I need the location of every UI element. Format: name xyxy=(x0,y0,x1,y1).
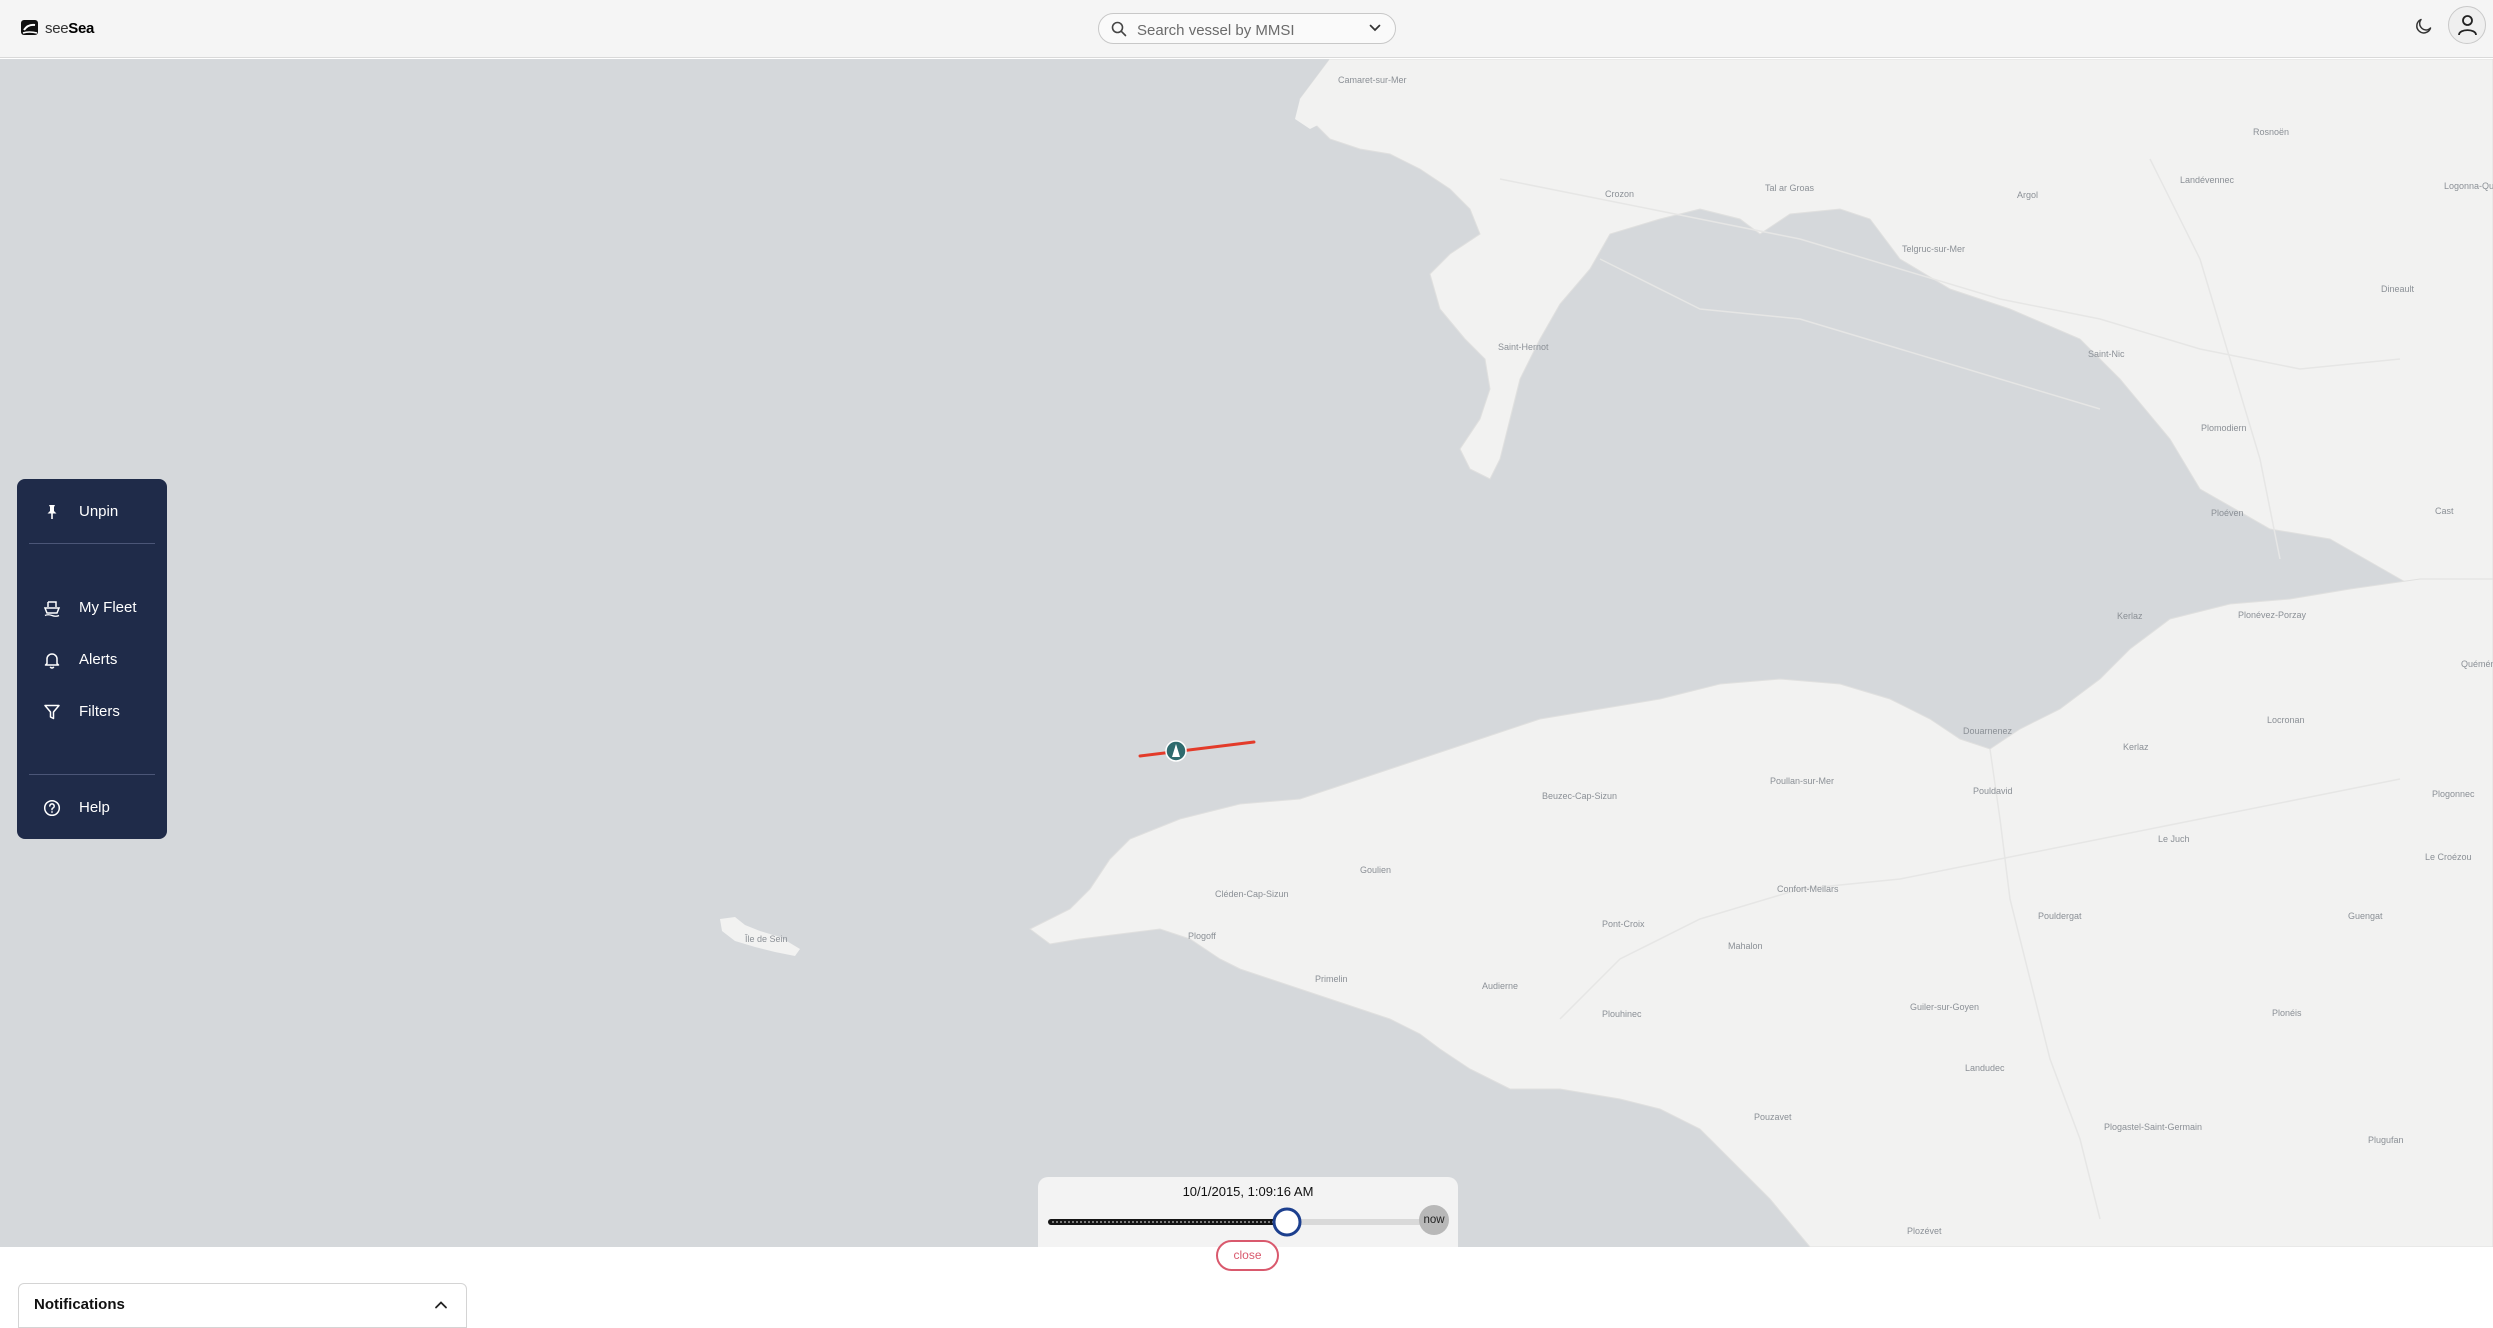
place-label: Primelin xyxy=(1315,974,1348,984)
search-input[interactable] xyxy=(1135,18,1359,42)
place-label: Goulien xyxy=(1360,865,1392,875)
place-label: Pouldavid xyxy=(1973,786,2013,796)
chevron-up-icon[interactable] xyxy=(434,1300,448,1309)
close-timeline-button[interactable]: close xyxy=(1216,1240,1279,1271)
user-menu-button[interactable] xyxy=(2448,6,2486,44)
place-label: Pouldergat xyxy=(2038,911,2082,921)
playback-timeline: 10/1/2015, 1:09:16 AM now xyxy=(1038,1177,1458,1247)
brand-name: seeSea xyxy=(45,19,95,37)
place-label: Crozon xyxy=(1605,189,1635,199)
place-label: Plogoff xyxy=(1188,931,1216,941)
place-label: Quéménéven xyxy=(2461,659,2493,669)
map-canvas[interactable]: Camaret-sur-Mer Crozon Tal ar Groas Argo… xyxy=(0,59,2493,1247)
sidebar-item-filters[interactable]: Filters xyxy=(17,694,167,730)
map-basemap xyxy=(720,59,2493,1247)
sidebar-item-alerts[interactable]: Alerts xyxy=(17,642,167,678)
place-label: Île de Sein xyxy=(745,934,788,944)
top-bar: seeSea xyxy=(0,0,2493,58)
vessel-search[interactable] xyxy=(1098,13,1396,44)
place-label: Dineault xyxy=(2381,284,2415,294)
place-label: Plugufan xyxy=(2368,1135,2404,1145)
place-label: Guiler-sur-Goyen xyxy=(1910,1002,1980,1012)
place-label: Plouhinec xyxy=(1602,1009,1642,1019)
place-label: Tal ar Groas xyxy=(1765,183,1815,193)
help-label: Help xyxy=(79,799,110,816)
land-south xyxy=(1029,578,2493,1247)
place-label: Le Croézou xyxy=(2425,852,2472,862)
timeline-timestamp: 10/1/2015, 1:09:16 AM xyxy=(1182,1184,1314,1199)
ship-icon xyxy=(43,601,61,617)
chevron-down-icon[interactable] xyxy=(1369,24,1381,32)
place-label: Logonna-Quimerc'h xyxy=(2444,181,2493,191)
place-label: Plonévez-Porzay xyxy=(2238,610,2307,620)
place-label: Confort-Meilars xyxy=(1777,884,1839,894)
help-button[interactable]: Help xyxy=(17,790,167,826)
bell-icon xyxy=(44,653,60,669)
place-label: Poullan-sur-Mer xyxy=(1770,776,1835,786)
sidebar-item-label: My Fleet xyxy=(79,599,137,616)
search-icon xyxy=(1111,21,1127,37)
app-logo[interactable]: seeSea xyxy=(20,18,94,38)
vessel-marker[interactable] xyxy=(1165,740,1187,762)
place-label: Beuzec-Cap-Sizun xyxy=(1542,791,1618,801)
place-label: Plogastel-Saint-Germain xyxy=(2104,1122,2203,1132)
sidebar-divider xyxy=(29,774,155,775)
timeline-slider[interactable] xyxy=(1048,1217,1441,1227)
place-label: Audierne xyxy=(1482,981,1519,991)
place-label: Landévennec xyxy=(2180,175,2235,185)
logo-icon xyxy=(21,20,38,35)
place-label: Guengat xyxy=(2348,911,2383,921)
place-label: Plozévet xyxy=(1907,1226,1942,1236)
place-label: Pont-Croix xyxy=(1602,919,1645,929)
unpin-label: Unpin xyxy=(79,503,119,520)
help-icon xyxy=(43,799,61,817)
sidebar-item-label: Alerts xyxy=(79,651,118,668)
land-north xyxy=(1299,59,2493,661)
notifications-title: Notifications xyxy=(34,1296,125,1313)
place-label: Telgruc-sur-Mer xyxy=(1902,244,1966,254)
sidebar-item-label: Filters xyxy=(79,703,120,720)
place-label: Mahalon xyxy=(1728,941,1763,951)
moon-icon[interactable] xyxy=(2415,17,2433,35)
unpin-button[interactable]: Unpin xyxy=(17,494,167,530)
place-label: Locronan xyxy=(2267,715,2305,725)
place-label: Saint-Hernot xyxy=(1498,342,1549,352)
place-label: Kerlaz xyxy=(2117,611,2143,621)
notifications-panel[interactable]: Notifications xyxy=(18,1283,467,1328)
filter-icon xyxy=(44,704,60,720)
place-label: Le Juch xyxy=(2158,834,2190,844)
place-label: Cast xyxy=(2435,506,2454,516)
sidebar: Unpin My Fleet Alerts Filters Help xyxy=(17,479,167,839)
sidebar-divider xyxy=(29,543,155,544)
place-label: Saint-Nic xyxy=(2088,349,2125,359)
pin-icon xyxy=(47,505,57,519)
place-label: Landudec xyxy=(1965,1063,2005,1073)
place-label: Plogonnec xyxy=(2432,789,2475,799)
user-icon xyxy=(2458,15,2477,36)
place-label: Ploéven xyxy=(2211,508,2244,518)
place-label: Argol xyxy=(2017,190,2039,200)
place-label: Pouzavet xyxy=(1754,1112,1792,1122)
place-label: Plomodiern xyxy=(2201,423,2247,433)
now-button[interactable]: now xyxy=(1419,1205,1449,1235)
timeline-thumb[interactable] xyxy=(1271,1206,1303,1238)
place-label: Camaret-sur-Mer xyxy=(1338,75,1407,85)
place-label: Douarnenez xyxy=(1963,726,2013,736)
place-label: Cléden-Cap-Sizun xyxy=(1215,889,1289,899)
place-label: Rosnoën xyxy=(2253,127,2290,137)
place-label: Kerlaz xyxy=(2123,742,2149,752)
vessel-track xyxy=(1138,740,1256,758)
sidebar-item-my-fleet[interactable]: My Fleet xyxy=(17,590,167,626)
place-label: Plonéis xyxy=(2272,1008,2302,1018)
